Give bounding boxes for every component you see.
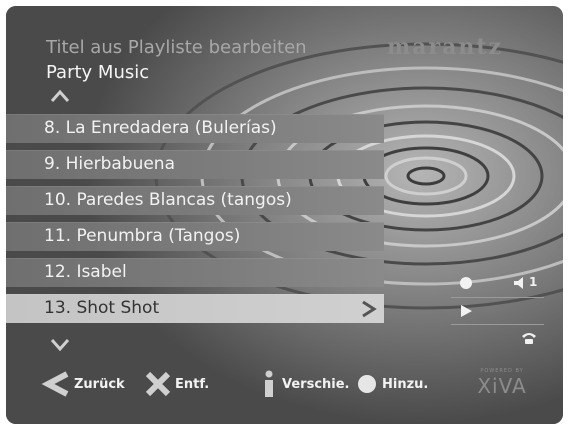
phone-icon (522, 333, 536, 344)
track-label: 9. Hierbabuena (44, 154, 176, 174)
track-label: 12. Isabel (44, 262, 127, 282)
tv-screen: Titel aus Playliste bearbeiten Party Mus… (6, 6, 563, 424)
track-label: 8. La Enredadera (Bulerías) (44, 118, 277, 138)
track-row[interactable]: 11. Penumbra (Tangos) (6, 222, 384, 251)
track-row[interactable]: 8. La Enredadera (Bulerías) (6, 114, 384, 143)
info-icon (265, 370, 273, 397)
arrow-left-icon (41, 371, 69, 397)
delete-label: Entf. (175, 376, 210, 392)
playlist-name: Party Music (46, 62, 150, 83)
track-label: 10. Paredes Blancas (tangos) (44, 190, 292, 210)
track-row[interactable]: 12. Isabel (6, 258, 384, 287)
track-row-selected[interactable]: 13. Shot Shot (6, 294, 384, 323)
brand-logo: marantz (387, 34, 504, 60)
scroll-up-icon[interactable] (50, 88, 70, 104)
scroll-down-icon[interactable] (50, 337, 70, 353)
track-label: 11. Penumbra (Tangos) (44, 226, 241, 246)
add-button[interactable]: Hinzu. (357, 371, 428, 397)
volume-level: 1 (529, 275, 538, 289)
speaker-icon (514, 277, 523, 289)
track-row[interactable]: 9. Hierbabuena (6, 150, 384, 179)
chevron-right-icon[interactable] (360, 299, 378, 319)
delete-icon (145, 371, 171, 397)
track-label: 13. Shot Shot (44, 298, 160, 318)
powered-by-logo: POWERED BY XiVA (472, 368, 532, 400)
track-row[interactable]: 10. Paredes Blancas (tangos) (6, 186, 384, 215)
back-label: Zurück (74, 376, 125, 392)
status-row-record: 1 (451, 270, 544, 296)
xiva-logo: XiVA (477, 374, 527, 398)
record-icon (460, 277, 472, 289)
add-label: Hinzu. (382, 376, 429, 392)
back-button[interactable]: Zurück (40, 371, 125, 397)
delete-button[interactable]: Entf. (145, 371, 209, 397)
status-row-phone (451, 324, 544, 351)
track-list: 8. La Enredadera (Bulerías) 9. Hierbabue… (6, 114, 384, 330)
move-label: Verschie. (282, 376, 350, 392)
circle-icon (358, 375, 376, 393)
play-icon (461, 305, 472, 317)
status-row-play (451, 297, 544, 324)
status-panel: 1 (451, 270, 544, 352)
page-title: Titel aus Playliste bearbeiten (46, 37, 307, 58)
move-button[interactable]: Verschie. (260, 370, 350, 397)
